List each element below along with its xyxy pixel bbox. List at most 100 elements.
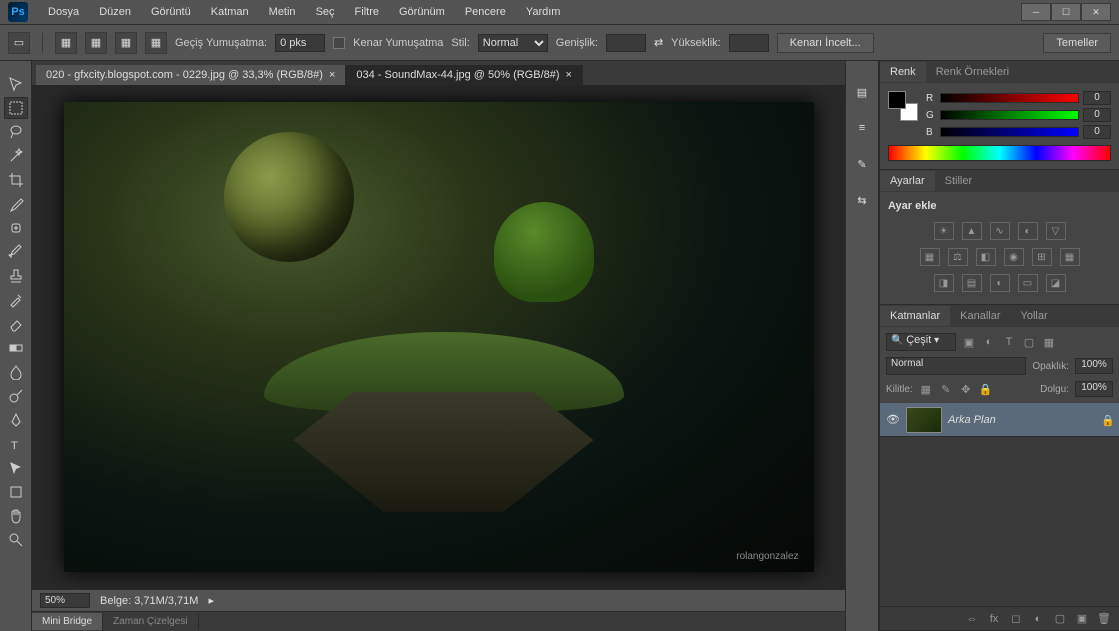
menu-type[interactable]: Metin bbox=[261, 2, 304, 22]
link-layers-icon[interactable]: ⇔ bbox=[965, 612, 979, 626]
brush-panel-icon[interactable]: ✎ bbox=[851, 153, 873, 175]
new-fill-icon[interactable]: ◐ bbox=[1031, 612, 1045, 626]
filter-pixel-icon[interactable]: ▣ bbox=[962, 335, 976, 349]
layer-mask-icon[interactable]: ◻ bbox=[1009, 612, 1023, 626]
crop-tool[interactable] bbox=[4, 169, 28, 191]
zoom-tool[interactable] bbox=[4, 529, 28, 551]
menu-help[interactable]: Yardım bbox=[518, 2, 569, 22]
b-slider[interactable] bbox=[940, 127, 1079, 137]
delete-layer-icon[interactable]: 🗑 bbox=[1097, 612, 1111, 626]
selective-icon[interactable]: ◪ bbox=[1046, 274, 1066, 292]
opacity-value[interactable]: 100% bbox=[1075, 358, 1113, 374]
stamp-tool[interactable] bbox=[4, 265, 28, 287]
document-tab-1[interactable]: 034 - SoundMax-44.jpg @ 50% (RGB/8#)× bbox=[346, 65, 583, 85]
threshold-icon[interactable]: ◐ bbox=[990, 274, 1010, 292]
filter-type-icon[interactable]: T bbox=[1002, 335, 1016, 349]
styles-tab[interactable]: Stiller bbox=[935, 171, 983, 191]
pen-tool[interactable] bbox=[4, 409, 28, 431]
zoom-input[interactable] bbox=[40, 593, 90, 608]
lock-all-icon[interactable]: 🔒 bbox=[979, 382, 993, 396]
canvas[interactable]: rolangonzalez bbox=[64, 102, 814, 572]
curves-icon[interactable]: ∿ bbox=[990, 222, 1010, 240]
g-value[interactable]: 0 bbox=[1083, 108, 1111, 122]
path-tool[interactable] bbox=[4, 457, 28, 479]
lasso-tool[interactable] bbox=[4, 121, 28, 143]
gradient-tool[interactable] bbox=[4, 337, 28, 359]
history-panel-icon[interactable]: ▤ bbox=[851, 81, 873, 103]
photo-filter-icon[interactable]: ◉ bbox=[1004, 248, 1024, 266]
antialias-checkbox[interactable] bbox=[333, 37, 345, 49]
posterize-icon[interactable]: ▤ bbox=[962, 274, 982, 292]
minimize-button[interactable]: ─ bbox=[1021, 3, 1051, 21]
menu-view[interactable]: Görünüm bbox=[391, 2, 453, 22]
workspace-button[interactable]: Temeller bbox=[1043, 33, 1111, 53]
intersect-selection-icon[interactable]: ▦ bbox=[145, 32, 167, 54]
channels-tab[interactable]: Kanallar bbox=[950, 306, 1010, 326]
dodge-tool[interactable] bbox=[4, 385, 28, 407]
brush-tool[interactable] bbox=[4, 241, 28, 263]
timeline-tab[interactable]: Zaman Çizelgesi bbox=[103, 613, 198, 630]
foreground-color[interactable] bbox=[888, 91, 906, 109]
filter-shape-icon[interactable]: ▢ bbox=[1022, 335, 1036, 349]
move-tool[interactable] bbox=[4, 73, 28, 95]
layer-filter-select[interactable]: 🔍 Çeşit ▾ bbox=[886, 333, 956, 351]
properties-panel-icon[interactable]: ≡ bbox=[851, 117, 873, 139]
swap-icon[interactable]: ⇄ bbox=[654, 36, 663, 49]
menu-filter[interactable]: Filtre bbox=[347, 2, 387, 22]
invert-icon[interactable]: ◨ bbox=[934, 274, 954, 292]
style-select[interactable]: Normal bbox=[478, 34, 548, 52]
eyedropper-tool[interactable] bbox=[4, 193, 28, 215]
menu-layer[interactable]: Katman bbox=[203, 2, 257, 22]
lock-position-icon[interactable]: ✥ bbox=[959, 382, 973, 396]
color-swatch[interactable] bbox=[888, 91, 918, 121]
close-tab-icon[interactable]: × bbox=[329, 69, 335, 81]
refine-edge-button[interactable]: Kenarı İncelt... bbox=[777, 33, 874, 53]
lock-paint-icon[interactable]: ✎ bbox=[939, 382, 953, 396]
new-group-icon[interactable]: ▢ bbox=[1053, 612, 1067, 626]
new-selection-icon[interactable]: ▦ bbox=[55, 32, 77, 54]
close-button[interactable]: ✕ bbox=[1081, 3, 1111, 21]
layer-style-icon[interactable]: fx bbox=[987, 612, 1001, 626]
tool-preset-icon[interactable]: ▭ bbox=[8, 32, 30, 54]
color-spectrum[interactable] bbox=[888, 145, 1111, 161]
hue-icon[interactable]: ▦ bbox=[920, 248, 940, 266]
menu-image[interactable]: Görüntü bbox=[143, 2, 199, 22]
exposure-icon[interactable]: ◐ bbox=[1018, 222, 1038, 240]
chevron-right-icon[interactable]: ▸ bbox=[208, 594, 214, 607]
width-input[interactable] bbox=[606, 34, 646, 52]
wand-tool[interactable] bbox=[4, 145, 28, 167]
new-layer-icon[interactable]: ▣ bbox=[1075, 612, 1089, 626]
adjustments-tab[interactable]: Ayarlar bbox=[880, 171, 935, 191]
shape-tool[interactable] bbox=[4, 481, 28, 503]
layer-row[interactable]: 👁 Arka Plan 🔒 bbox=[880, 403, 1119, 437]
hand-tool[interactable] bbox=[4, 505, 28, 527]
filter-adjust-icon[interactable]: ◐ bbox=[982, 335, 996, 349]
feather-input[interactable] bbox=[275, 34, 325, 52]
gradient-map-icon[interactable]: ▭ bbox=[1018, 274, 1038, 292]
marquee-tool[interactable] bbox=[4, 97, 28, 119]
paragraph-panel-icon[interactable]: ⇆ bbox=[851, 189, 873, 211]
menu-window[interactable]: Pencere bbox=[457, 2, 514, 22]
add-selection-icon[interactable]: ▦ bbox=[85, 32, 107, 54]
b-value[interactable]: 0 bbox=[1083, 125, 1111, 139]
visibility-icon[interactable]: 👁 bbox=[886, 413, 900, 427]
maximize-button[interactable]: ☐ bbox=[1051, 3, 1081, 21]
menu-select[interactable]: Seç bbox=[308, 2, 343, 22]
color-tab[interactable]: Renk bbox=[880, 62, 926, 82]
document-tab-0[interactable]: 020 - gfxcity.blogspot.com - 0229.jpg @ … bbox=[36, 65, 346, 85]
lookup-icon[interactable]: ▦ bbox=[1060, 248, 1080, 266]
menu-file[interactable]: Dosya bbox=[40, 2, 87, 22]
channel-mixer-icon[interactable]: ⊞ bbox=[1032, 248, 1052, 266]
swatches-tab[interactable]: Renk Örnekleri bbox=[926, 62, 1019, 82]
brightness-icon[interactable]: ☀ bbox=[934, 222, 954, 240]
r-value[interactable]: 0 bbox=[1083, 91, 1111, 105]
type-tool[interactable]: T bbox=[4, 433, 28, 455]
bw-icon[interactable]: ◧ bbox=[976, 248, 996, 266]
balance-icon[interactable]: ⚖ bbox=[948, 248, 968, 266]
levels-icon[interactable]: ▲ bbox=[962, 222, 982, 240]
filter-smart-icon[interactable]: ▦ bbox=[1042, 335, 1056, 349]
height-input[interactable] bbox=[729, 34, 769, 52]
blend-mode-select[interactable]: Normal bbox=[886, 357, 1026, 375]
history-brush-tool[interactable] bbox=[4, 289, 28, 311]
menu-edit[interactable]: Düzen bbox=[91, 2, 139, 22]
